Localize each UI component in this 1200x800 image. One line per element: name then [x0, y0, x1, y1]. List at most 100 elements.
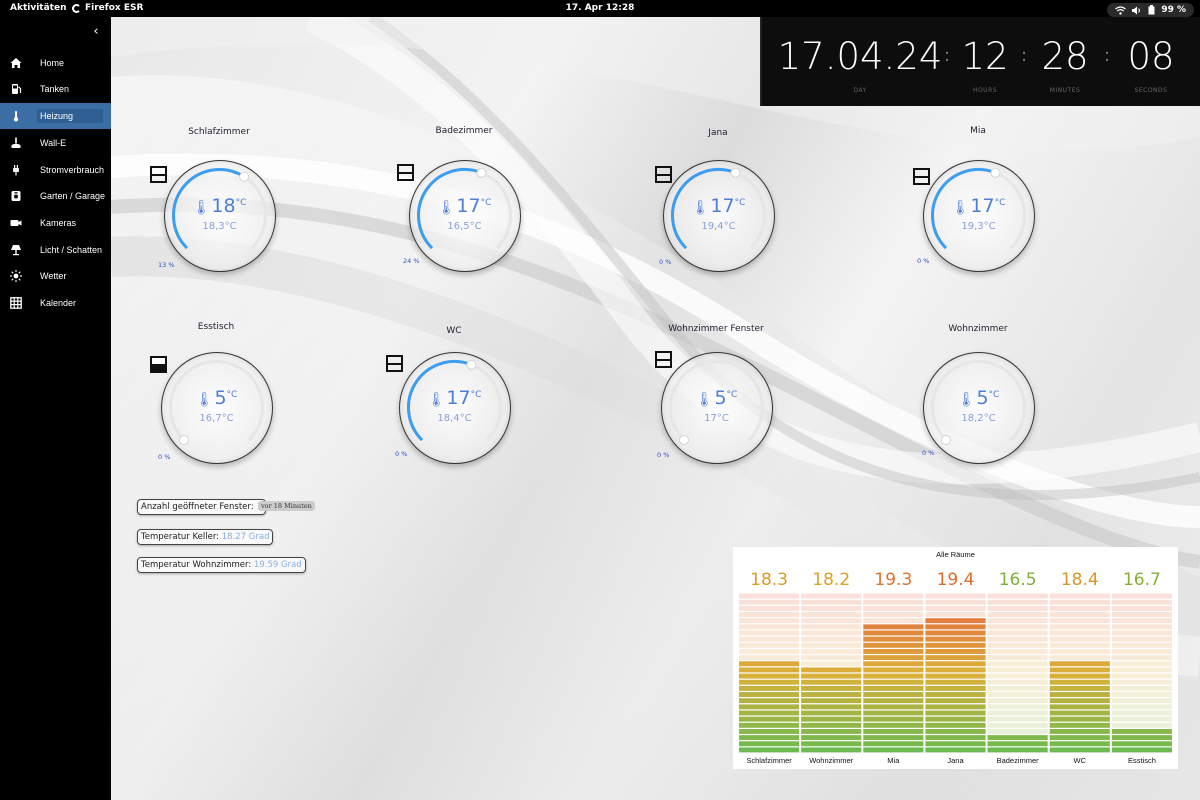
room-name: Jana: [708, 128, 728, 138]
sidebar-item-label: Wall-E: [40, 138, 67, 148]
app-menu[interactable]: Firefox ESR: [72, 3, 143, 13]
target-temperature: 🌡︎17°C: [400, 387, 509, 409]
target-temperature: 🌡︎18°C: [165, 195, 274, 217]
target-unit: °C: [480, 198, 492, 208]
bar-segment: [739, 593, 800, 599]
bar-segment: [987, 636, 1048, 642]
clock-hours-label: HOURS: [972, 87, 998, 94]
sidebar-item-heizung[interactable]: Heizung: [0, 103, 111, 129]
thermostat-dial[interactable]: 🌡︎18°C 18,3°C: [164, 160, 276, 272]
activities-button[interactable]: Aktivitäten: [10, 3, 66, 13]
current-temperature: 18,3°C: [202, 221, 237, 232]
open-windows-label: Anzahl geöffneter Fenster:: [141, 502, 254, 512]
sidebar-item-stromverbrauch[interactable]: Stromverbrauch: [0, 157, 111, 183]
bar-segment: [1049, 710, 1110, 716]
bar-segment: [801, 698, 862, 704]
bar-segment: [925, 642, 986, 648]
valve-opening: 0 %: [158, 453, 171, 461]
bar-segment: [801, 624, 862, 630]
wifi-icon: [1115, 5, 1127, 15]
camera-icon: [10, 217, 22, 229]
bar-segment: [863, 735, 924, 741]
bar-segment: [987, 685, 1048, 691]
bar-wc: [1049, 593, 1110, 753]
setpoint-handle[interactable]: [239, 171, 250, 182]
bar-segment: [1049, 692, 1110, 698]
bar-segment: [987, 667, 1048, 673]
bar-segment: [925, 612, 986, 618]
open-windows-info: Anzahl geöffneter Fenster: 1: [137, 499, 266, 515]
bar-segment: [863, 655, 924, 661]
sidebar: ‹ Home Tanken Heizung Wall-E Stromverbrauch G…: [0, 17, 111, 800]
sidebar-item-tanken[interactable]: Tanken: [0, 76, 111, 102]
setpoint-handle[interactable]: [941, 435, 951, 445]
setpoint-handle[interactable]: [679, 435, 689, 445]
sidebar-item-licht-schatten[interactable]: Licht / Schatten: [0, 237, 111, 263]
sidebar-item-wetter[interactable]: Wetter: [0, 263, 111, 289]
bar-segment: [739, 636, 800, 642]
bar-segment: [1111, 593, 1172, 599]
bar-segment: [987, 735, 1048, 741]
current-temperature: 19,3°C: [961, 221, 996, 232]
bar-segment: [801, 704, 862, 710]
thermostat-dial[interactable]: 🌡︎5°C 17°C: [661, 352, 773, 464]
setpoint-handle[interactable]: [730, 167, 741, 178]
bar-segment: [1111, 747, 1172, 753]
open-windows-time: vor 18 Minuten: [258, 501, 315, 511]
bar-segment: [1049, 618, 1110, 624]
system-clock[interactable]: 17. Apr 12:28: [0, 3, 1200, 13]
thermometer-icon: 🌡︎: [691, 200, 710, 216]
thermostat-dial[interactable]: 🌡︎17°C 16,5°C: [409, 160, 521, 272]
bar-segment: [1049, 648, 1110, 654]
setpoint-handle[interactable]: [476, 167, 487, 178]
thermostat-dial[interactable]: 🌡︎17°C 19,3°C: [923, 160, 1035, 272]
bar-segment: [1111, 655, 1172, 661]
bar-segment: [925, 704, 986, 710]
bar-segment: [801, 612, 862, 618]
setpoint-handle[interactable]: [179, 435, 189, 445]
current-temperature: 19,4°C: [701, 221, 736, 232]
sidebar-item-kameras[interactable]: Kameras: [0, 210, 111, 236]
thermostat-dial[interactable]: 🌡︎17°C 19,4°C: [663, 160, 775, 272]
sidebar-item-wall-e[interactable]: Wall-E: [0, 130, 111, 156]
bar-segment: [987, 716, 1048, 722]
valve-opening: 13 %: [158, 261, 175, 269]
bar-segment: [863, 642, 924, 648]
target-value: 5: [714, 387, 727, 409]
target-value: 17: [446, 387, 471, 409]
thermostat-dial[interactable]: 🌡︎5°C 18,2°C: [923, 352, 1035, 464]
bar-segment: [987, 692, 1048, 698]
living-room-temperature-label: Temperatur Wohnzimmer:: [141, 560, 252, 570]
bar-segment: [987, 661, 1048, 667]
collapse-sidebar-chevron-icon[interactable]: ‹: [89, 25, 103, 39]
sidebar-item-kalender[interactable]: Kalender: [0, 290, 111, 316]
clock-minutes: 28: [1041, 35, 1089, 78]
bar-segment: [739, 747, 800, 753]
bar-segment: [925, 685, 986, 691]
thermostat-dial[interactable]: 🌡︎5°C 16,7°C: [161, 352, 273, 464]
system-status-menu[interactable]: 99 %: [1107, 3, 1194, 17]
bar-segment: [863, 685, 924, 691]
bar-segment: [987, 593, 1048, 599]
setpoint-handle[interactable]: [466, 359, 477, 370]
room-name: WC: [446, 326, 462, 336]
thermostat-dial[interactable]: 🌡︎17°C 18,4°C: [399, 352, 511, 464]
bar-segment: [863, 679, 924, 685]
bar-segment: [739, 692, 800, 698]
setpoint-handle[interactable]: [990, 167, 1001, 178]
target-temperature: 🌡︎17°C: [924, 195, 1033, 217]
bar-segment: [987, 648, 1048, 654]
category-label: Jana: [947, 756, 964, 765]
bar-segment: [987, 698, 1048, 704]
bar-segment: [863, 618, 924, 624]
target-temperature: 🌡︎5°C: [662, 387, 771, 409]
bar-segment: [801, 685, 862, 691]
bar-segment: [925, 599, 986, 605]
category-label: Wohnzimmer: [809, 756, 854, 765]
bar-segment: [925, 605, 986, 611]
bar-segment: [987, 704, 1048, 710]
target-unit: °C: [994, 198, 1006, 208]
bar-segment: [987, 612, 1048, 618]
sidebar-item-garten-garage[interactable]: Garten / Garage: [0, 183, 111, 209]
sidebar-item-home[interactable]: Home: [0, 50, 111, 76]
